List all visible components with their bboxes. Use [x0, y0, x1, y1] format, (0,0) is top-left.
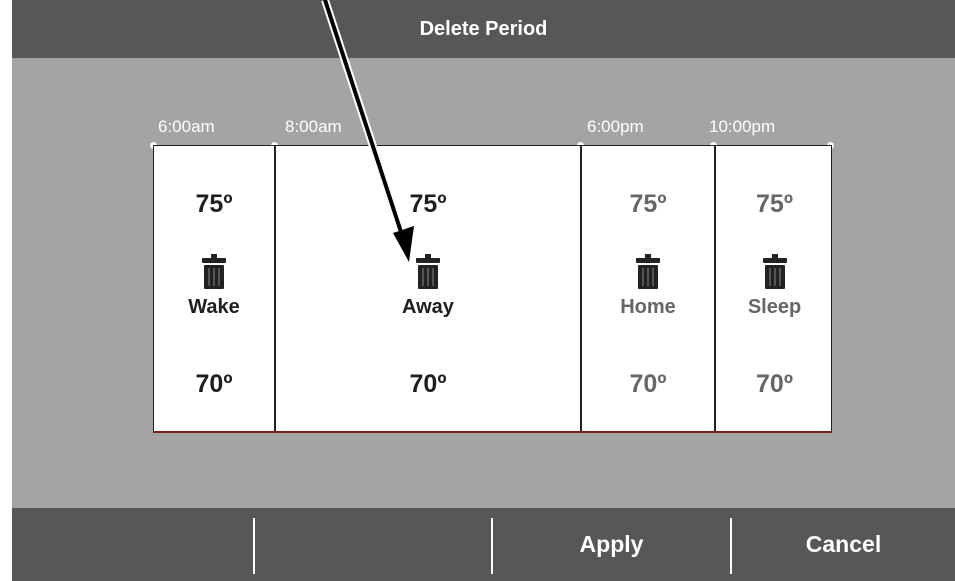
- period-wake[interactable]: 75º Wake 70º: [154, 146, 276, 431]
- heat-setpoint: 75º: [629, 190, 667, 218]
- cool-setpoint: 70º: [756, 370, 793, 398]
- apply-button[interactable]: Apply: [493, 508, 730, 581]
- period-home[interactable]: 75º Home 70º: [582, 146, 716, 431]
- period-sleep[interactable]: 75º Sleep 70º: [716, 146, 833, 431]
- trash-icon[interactable]: [761, 254, 789, 290]
- empty-button-2[interactable]: [255, 508, 491, 581]
- time-label-home: 6:00pm: [587, 117, 644, 136]
- heat-setpoint: 75º: [195, 190, 233, 218]
- schedule-periods: 75º Wake 70º 75º Away 70º 75º Home 70º 7…: [153, 145, 832, 433]
- trash-icon[interactable]: [414, 254, 442, 290]
- period-away[interactable]: 75º Away 70º: [276, 146, 582, 431]
- cancel-button[interactable]: Cancel: [732, 508, 955, 581]
- trash-icon[interactable]: [634, 254, 662, 290]
- title-bar: Delete Period: [12, 0, 955, 58]
- heat-setpoint: 75º: [756, 190, 793, 218]
- period-name: Wake: [188, 296, 240, 318]
- cool-setpoint: 70º: [629, 370, 667, 398]
- page-title: Delete Period: [419, 17, 548, 40]
- time-label-wake: 6:00am: [158, 117, 215, 136]
- bottom-bar: Apply Cancel: [12, 508, 955, 581]
- period-name: Home: [620, 296, 676, 318]
- empty-button-1[interactable]: [12, 508, 253, 581]
- period-name: Away: [402, 296, 454, 318]
- cool-setpoint: 70º: [195, 370, 233, 398]
- time-label-sleep: 10:00pm: [709, 117, 776, 136]
- cool-setpoint: 70º: [409, 370, 447, 398]
- time-label-away: 8:00am: [285, 117, 342, 136]
- period-name: Sleep: [747, 296, 802, 318]
- trash-icon[interactable]: [200, 254, 228, 290]
- screen: Delete Period 6:00am 8:00am 6:00pm 10:00…: [12, 0, 955, 581]
- heat-setpoint: 75º: [409, 190, 447, 218]
